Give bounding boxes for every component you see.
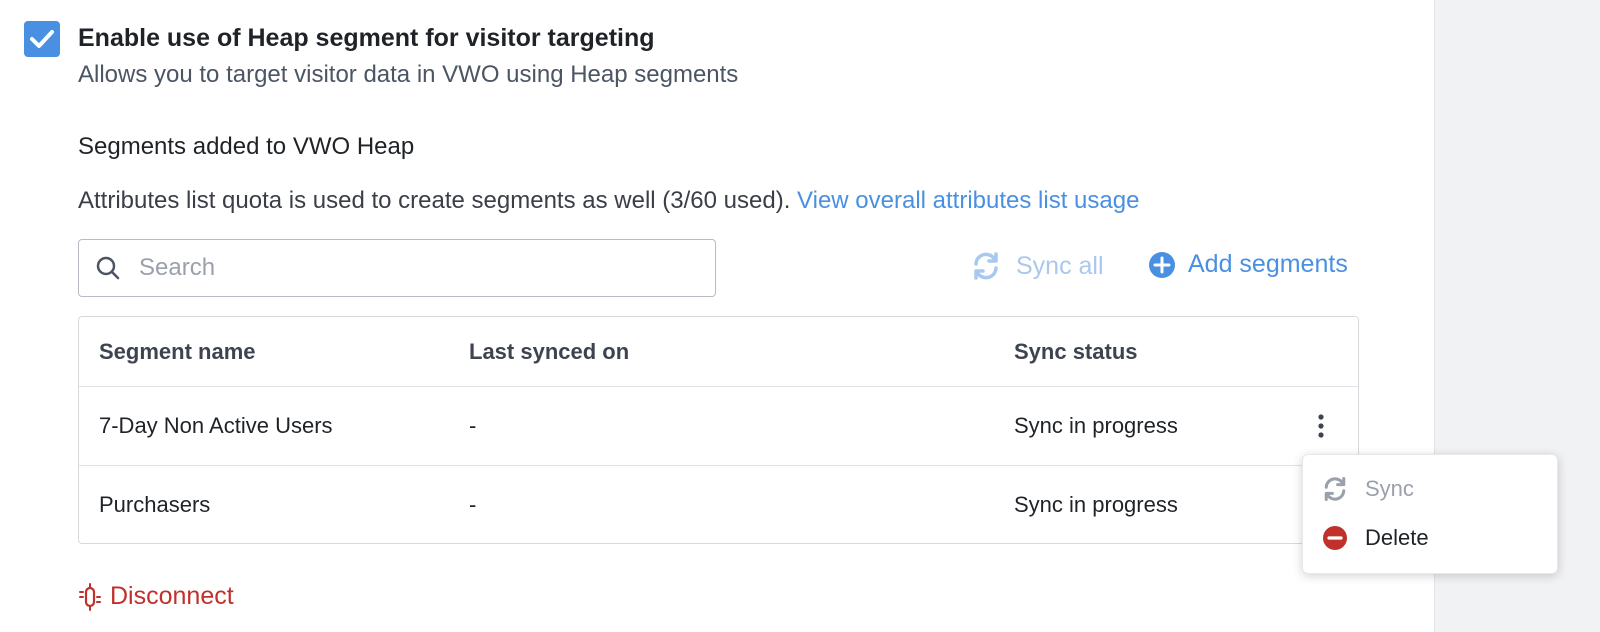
last-synced-cell: - <box>469 413 477 438</box>
search-box[interactable] <box>78 239 716 297</box>
disconnect-button[interactable]: Disconnect <box>78 582 234 611</box>
column-header-last-synced: Last synced on <box>469 338 630 364</box>
enable-heap-segment-label: Enable use of Heap segment for visitor t… <box>78 24 655 52</box>
segment-name-cell: 7-Day Non Active Users <box>99 413 333 438</box>
table-row: Purchasers - Sync in progress <box>79 465 1358 544</box>
segments-section-title: Segments added to VWO Heap <box>78 133 415 160</box>
last-synced-cell: - <box>469 492 477 517</box>
add-segments-label: Add segments <box>1188 250 1348 278</box>
unlink-icon <box>78 582 102 611</box>
checkmark-icon <box>30 30 54 48</box>
menu-item-delete[interactable]: Delete <box>1321 525 1429 551</box>
enable-heap-segment-description: Allows you to target visitor data in VWO… <box>78 61 739 88</box>
sync-all-button[interactable]: Sync all <box>970 250 1104 282</box>
column-header-segment-name: Segment name <box>99 338 256 364</box>
plus-circle-icon <box>1148 251 1176 279</box>
quota-info: Attributes list quota is used to create … <box>78 187 791 214</box>
menu-item-delete-label: Delete <box>1365 525 1429 550</box>
menu-item-sync[interactable]: Sync <box>1321 475 1414 503</box>
add-segments-button[interactable]: Add segments <box>1148 250 1348 279</box>
sync-all-label: Sync all <box>1016 251 1104 280</box>
sync-icon <box>970 250 1002 282</box>
sync-status-cell: Sync in progress <box>1014 492 1178 517</box>
disconnect-label: Disconnect <box>110 582 234 610</box>
enable-heap-segment-checkbox[interactable] <box>24 21 60 57</box>
column-header-sync-status: Sync status <box>1014 338 1138 364</box>
view-attributes-usage-link[interactable]: View overall attributes list usage <box>797 187 1139 214</box>
table-header: Segment name Last synced on Sync status <box>79 317 1358 386</box>
sync-icon <box>1321 475 1349 503</box>
menu-item-sync-label: Sync <box>1365 476 1414 501</box>
sync-status-cell: Sync in progress <box>1014 413 1178 438</box>
minus-circle-icon <box>1321 525 1349 551</box>
more-vertical-icon <box>1318 414 1324 438</box>
row-actions-menu: Sync Delete <box>1302 454 1558 574</box>
segment-name-cell: Purchasers <box>99 492 211 517</box>
quota-text: Attributes list quota is used to create … <box>78 187 1139 215</box>
segments-table: Segment name Last synced on Sync status … <box>78 316 1359 544</box>
search-icon <box>95 255 121 281</box>
search-input[interactable] <box>137 253 681 283</box>
table-row: 7-Day Non Active Users - Sync in progres… <box>79 386 1358 465</box>
